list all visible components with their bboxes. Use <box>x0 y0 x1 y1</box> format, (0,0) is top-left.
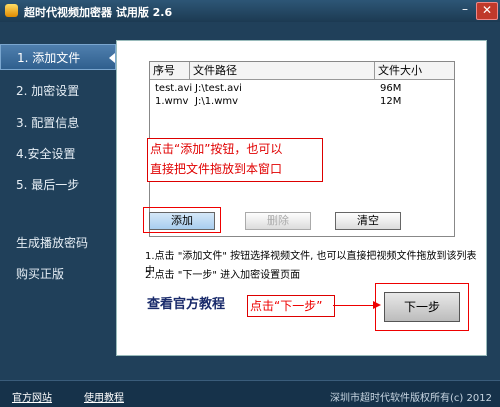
column-header-path[interactable]: 文件路径 <box>190 62 375 79</box>
sidebar: 1. 添加文件 2. 加密设置 3. 配置信息 4.安全设置 5. 最后一步 生… <box>0 40 116 340</box>
column-header-size[interactable]: 文件大小 <box>375 62 454 79</box>
sidebar-item-label: 2. 加密设置 <box>16 84 80 98</box>
window-title: 超时代视频加密器 试用版 2.6 <box>24 6 173 19</box>
table-cell-size[interactable]: 96M <box>377 83 401 95</box>
app-window: 超时代视频加密器 试用版 2.6 – ✕ 1. 添加文件 2. 加密设置 3. … <box>0 0 500 407</box>
table-cell-path[interactable]: J:\1.wmv <box>192 96 238 108</box>
app-icon <box>5 4 18 17</box>
title-bar: 超时代视频加密器 试用版 2.6 – ✕ <box>0 0 500 22</box>
drag-drop-note: 点击“添加”按钮，也可以 直接把文件拖放到本窗口 <box>147 138 323 182</box>
usage-tutorial-link[interactable]: 使用教程 <box>84 389 124 404</box>
delete-button[interactable]: 删除 <box>245 212 311 230</box>
active-indicator-icon <box>109 53 115 63</box>
clear-button[interactable]: 清空 <box>335 212 401 230</box>
next-button-highlight: 下一步 <box>375 283 469 331</box>
official-site-link[interactable]: 官方网站 <box>12 389 52 404</box>
sidebar-item-buy[interactable]: 购买正版 <box>0 261 116 287</box>
note-line-2: 直接把文件拖放到本窗口 <box>150 162 283 176</box>
table-cell-size[interactable]: 12M <box>377 96 401 108</box>
sidebar-item-label: 1. 添加文件 <box>17 51 81 65</box>
callout-arrow-line <box>333 305 375 306</box>
close-button[interactable]: ✕ <box>476 2 498 20</box>
sidebar-item-final-step[interactable]: 5. 最后一步 <box>0 172 116 198</box>
next-step-callout: 点击“下一步” <box>247 295 335 317</box>
instruction-line-2: 2.点击 "下一步" 进入加密设置页面 <box>145 270 301 281</box>
sidebar-item-label: 生成播放密码 <box>16 236 89 250</box>
table-cell-path[interactable]: J:\test.avi <box>192 83 242 95</box>
sidebar-item-label: 5. 最后一步 <box>16 178 80 192</box>
table-cell-name[interactable]: 1.wmv <box>152 96 188 108</box>
note-line-1: 点击“添加”按钮，也可以 <box>150 142 283 156</box>
table-header: 序号 文件路径 文件大小 <box>150 62 454 80</box>
tutorial-link[interactable]: 查看官方教程 <box>147 293 225 312</box>
sidebar-item-label: 购买正版 <box>16 267 65 281</box>
sidebar-item-add-files[interactable]: 1. 添加文件 <box>0 44 116 70</box>
copyright-text: 深圳市超时代软件版权所有(c) 2012 <box>330 393 492 404</box>
sidebar-item-security-settings[interactable]: 4.安全设置 <box>0 141 116 167</box>
minimize-button[interactable]: – <box>456 2 474 18</box>
next-button[interactable]: 下一步 <box>384 292 460 322</box>
table-cell-name[interactable]: test.avi <box>152 83 192 95</box>
footer: 官方网站 使用教程 深圳市超时代软件版权所有(c) 2012 <box>0 380 500 407</box>
sidebar-item-label: 4.安全设置 <box>16 147 76 161</box>
sidebar-item-generate-password[interactable]: 生成播放密码 <box>0 230 116 256</box>
add-button[interactable]: 添加 <box>149 212 215 230</box>
sidebar-item-encryption-settings[interactable]: 2. 加密设置 <box>0 78 116 104</box>
sidebar-item-label: 3. 配置信息 <box>16 116 80 130</box>
sidebar-item-config-info[interactable]: 3. 配置信息 <box>0 110 116 136</box>
column-header-index[interactable]: 序号 <box>150 62 190 79</box>
main-panel: 序号 文件路径 文件大小 test.avi J:\test.avi 96M 1.… <box>116 40 487 356</box>
